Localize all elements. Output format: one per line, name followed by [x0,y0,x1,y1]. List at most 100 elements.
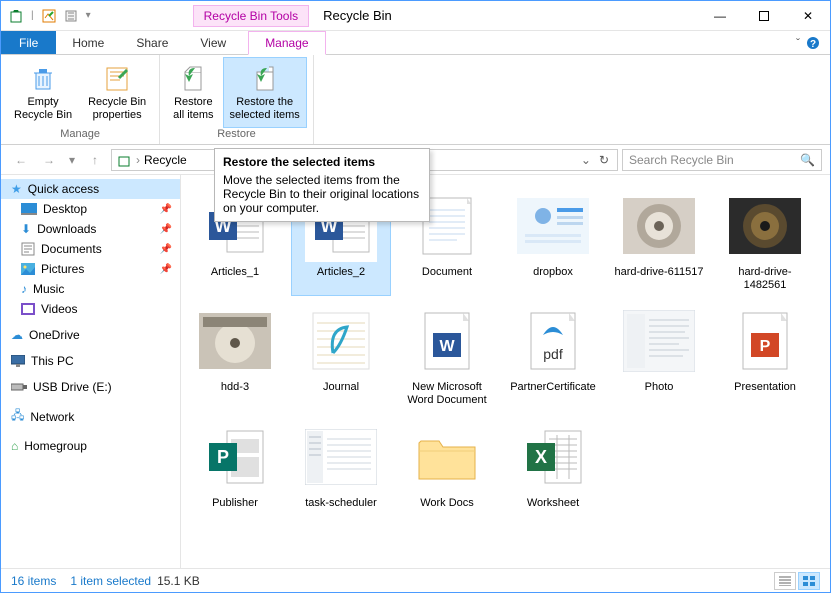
ribbon-tabs: File Home Share View Manage ˇ ? [1,31,830,55]
nav-back-button[interactable]: ← [9,148,33,172]
ribbon-group-manage: Empty Recycle Bin Recycle Bin properties… [1,55,160,144]
recycle-bin-path-icon [116,152,132,168]
sidebar-usb-drive[interactable]: USB Drive (E:) [1,377,180,397]
file-item[interactable]: hard-drive-611517 [609,185,709,296]
properties-qat-icon[interactable] [40,7,58,25]
sidebar-pictures[interactable]: Pictures📌 [1,259,180,279]
documents-icon [21,242,35,256]
contextual-tab-label: Recycle Bin Tools [193,5,310,27]
image-thumbnail [199,305,271,377]
svg-text:W: W [439,338,455,355]
sidebar-this-pc[interactable]: This PC [1,351,180,371]
file-item[interactable]: PPresentation [715,300,815,411]
svg-text:P: P [760,338,771,355]
thispc-icon [11,355,25,367]
nav-up-button[interactable]: ↑ [83,148,107,172]
qat-dropdown-icon[interactable] [62,7,80,25]
empty-recycle-bin-button[interactable]: Empty Recycle Bin [7,57,79,128]
recycle-bin-properties-button[interactable]: Recycle Bin properties [81,57,153,128]
ribbon-group-restore: Restore all items Restore the selected i… [160,55,314,144]
tooltip-title: Restore the selected items [223,155,421,169]
file-item[interactable]: hard-drive-1482561 [715,185,815,296]
file-item[interactable]: PPublisher [185,416,285,515]
address-dropdown-icon[interactable]: ⌄ [581,153,591,167]
tab-file[interactable]: File [1,31,56,54]
sidebar-homegroup[interactable]: ⌂Homegroup [1,436,180,456]
ribbon-collapse-icon[interactable]: ˇ [796,36,800,50]
image-thumbnail [623,305,695,377]
sidebar-network[interactable]: 🖧Network [1,403,180,430]
refresh-button[interactable]: ↻ [595,153,613,167]
status-selected-count: 1 item selected [70,574,151,588]
file-item[interactable]: XWorksheet [503,416,603,515]
view-icons-button[interactable] [798,572,820,590]
status-item-count: 16 items [11,574,56,588]
tab-home[interactable]: Home [56,31,120,54]
file-item[interactable]: Photo [609,300,709,411]
svg-text:pdf: pdf [543,346,563,362]
qat-overflow-icon[interactable]: ▾ [84,10,93,21]
recycle-bin-icon [7,7,25,25]
ribbon-group-label: Restore [217,128,256,142]
music-icon: ♪ [21,282,27,296]
pin-icon: 📌 [160,224,172,235]
sidebar-documents[interactable]: Documents📌 [1,239,180,259]
file-item[interactable]: WNew Microsoft Word Document [397,300,497,411]
tab-view[interactable]: View [184,31,242,54]
empty-bin-icon [29,62,57,94]
word-file-icon: W [411,305,483,377]
svg-text:?: ? [810,39,816,50]
excel-file-icon: X [517,421,589,493]
help-icon[interactable]: ? [806,36,820,50]
svg-text:P: P [217,447,229,467]
search-input[interactable]: Search Recycle Bin 🔍 [622,149,822,171]
homegroup-icon: ⌂ [11,439,18,453]
image-thumbnail [729,190,801,262]
file-item[interactable]: Work Docs [397,416,497,515]
sidebar-desktop[interactable]: Desktop📌 [1,199,180,219]
title-bar: | ▾ Recycle Bin Tools Recycle Bin — ✕ [1,1,830,31]
tab-manage[interactable]: Manage [248,31,325,55]
tab-share[interactable]: Share [120,31,184,54]
sidebar-quick-access[interactable]: ★Quick access [1,179,180,199]
star-icon: ★ [11,182,22,196]
file-item[interactable]: hdd-3 [185,300,285,411]
ribbon: Empty Recycle Bin Recycle Bin properties… [1,55,830,145]
maximize-button[interactable] [742,1,786,31]
desktop-icon [21,203,37,215]
sidebar-onedrive[interactable]: ☁OneDrive [1,325,180,345]
usb-icon [11,382,27,392]
status-size: 15.1 KB [157,574,200,588]
onedrive-icon: ☁ [11,328,23,342]
ribbon-group-label: Manage [60,128,100,142]
window-title: Recycle Bin [323,8,392,23]
file-item[interactable]: dropbox [503,185,603,296]
nav-history-dropdown[interactable]: ▾ [65,148,79,172]
image-thumbnail [305,305,377,377]
nav-forward-button[interactable]: → [37,148,61,172]
downloads-icon: ⬇ [21,222,31,236]
network-icon: 🖧 [11,406,24,427]
pin-icon: 📌 [160,264,172,275]
sidebar-videos[interactable]: Videos [1,299,180,319]
restore-selected-button[interactable]: Restore the selected items [223,57,307,128]
file-item[interactable]: pdfPartnerCertificate [503,300,603,411]
file-item[interactable]: task-scheduler [291,416,391,515]
restore-all-button[interactable]: Restore all items [166,57,220,128]
view-details-button[interactable] [774,572,796,590]
sidebar-music[interactable]: ♪Music [1,279,180,299]
folder-icon [411,421,483,493]
publisher-file-icon: P [199,421,271,493]
pictures-icon [21,263,35,275]
sidebar-downloads[interactable]: ⬇Downloads📌 [1,219,180,239]
powerpoint-file-icon: P [729,305,801,377]
close-button[interactable]: ✕ [786,1,830,31]
file-item[interactable]: Journal [291,300,391,411]
pdf-file-icon: pdf [517,305,589,377]
properties-icon [103,62,131,94]
qat-separator: | [29,10,36,21]
file-list[interactable]: WArticles_1 WArticles_2 Document dropbox… [181,175,830,568]
svg-text:X: X [535,447,547,467]
minimize-button[interactable]: — [698,1,742,31]
image-thumbnail [623,190,695,262]
